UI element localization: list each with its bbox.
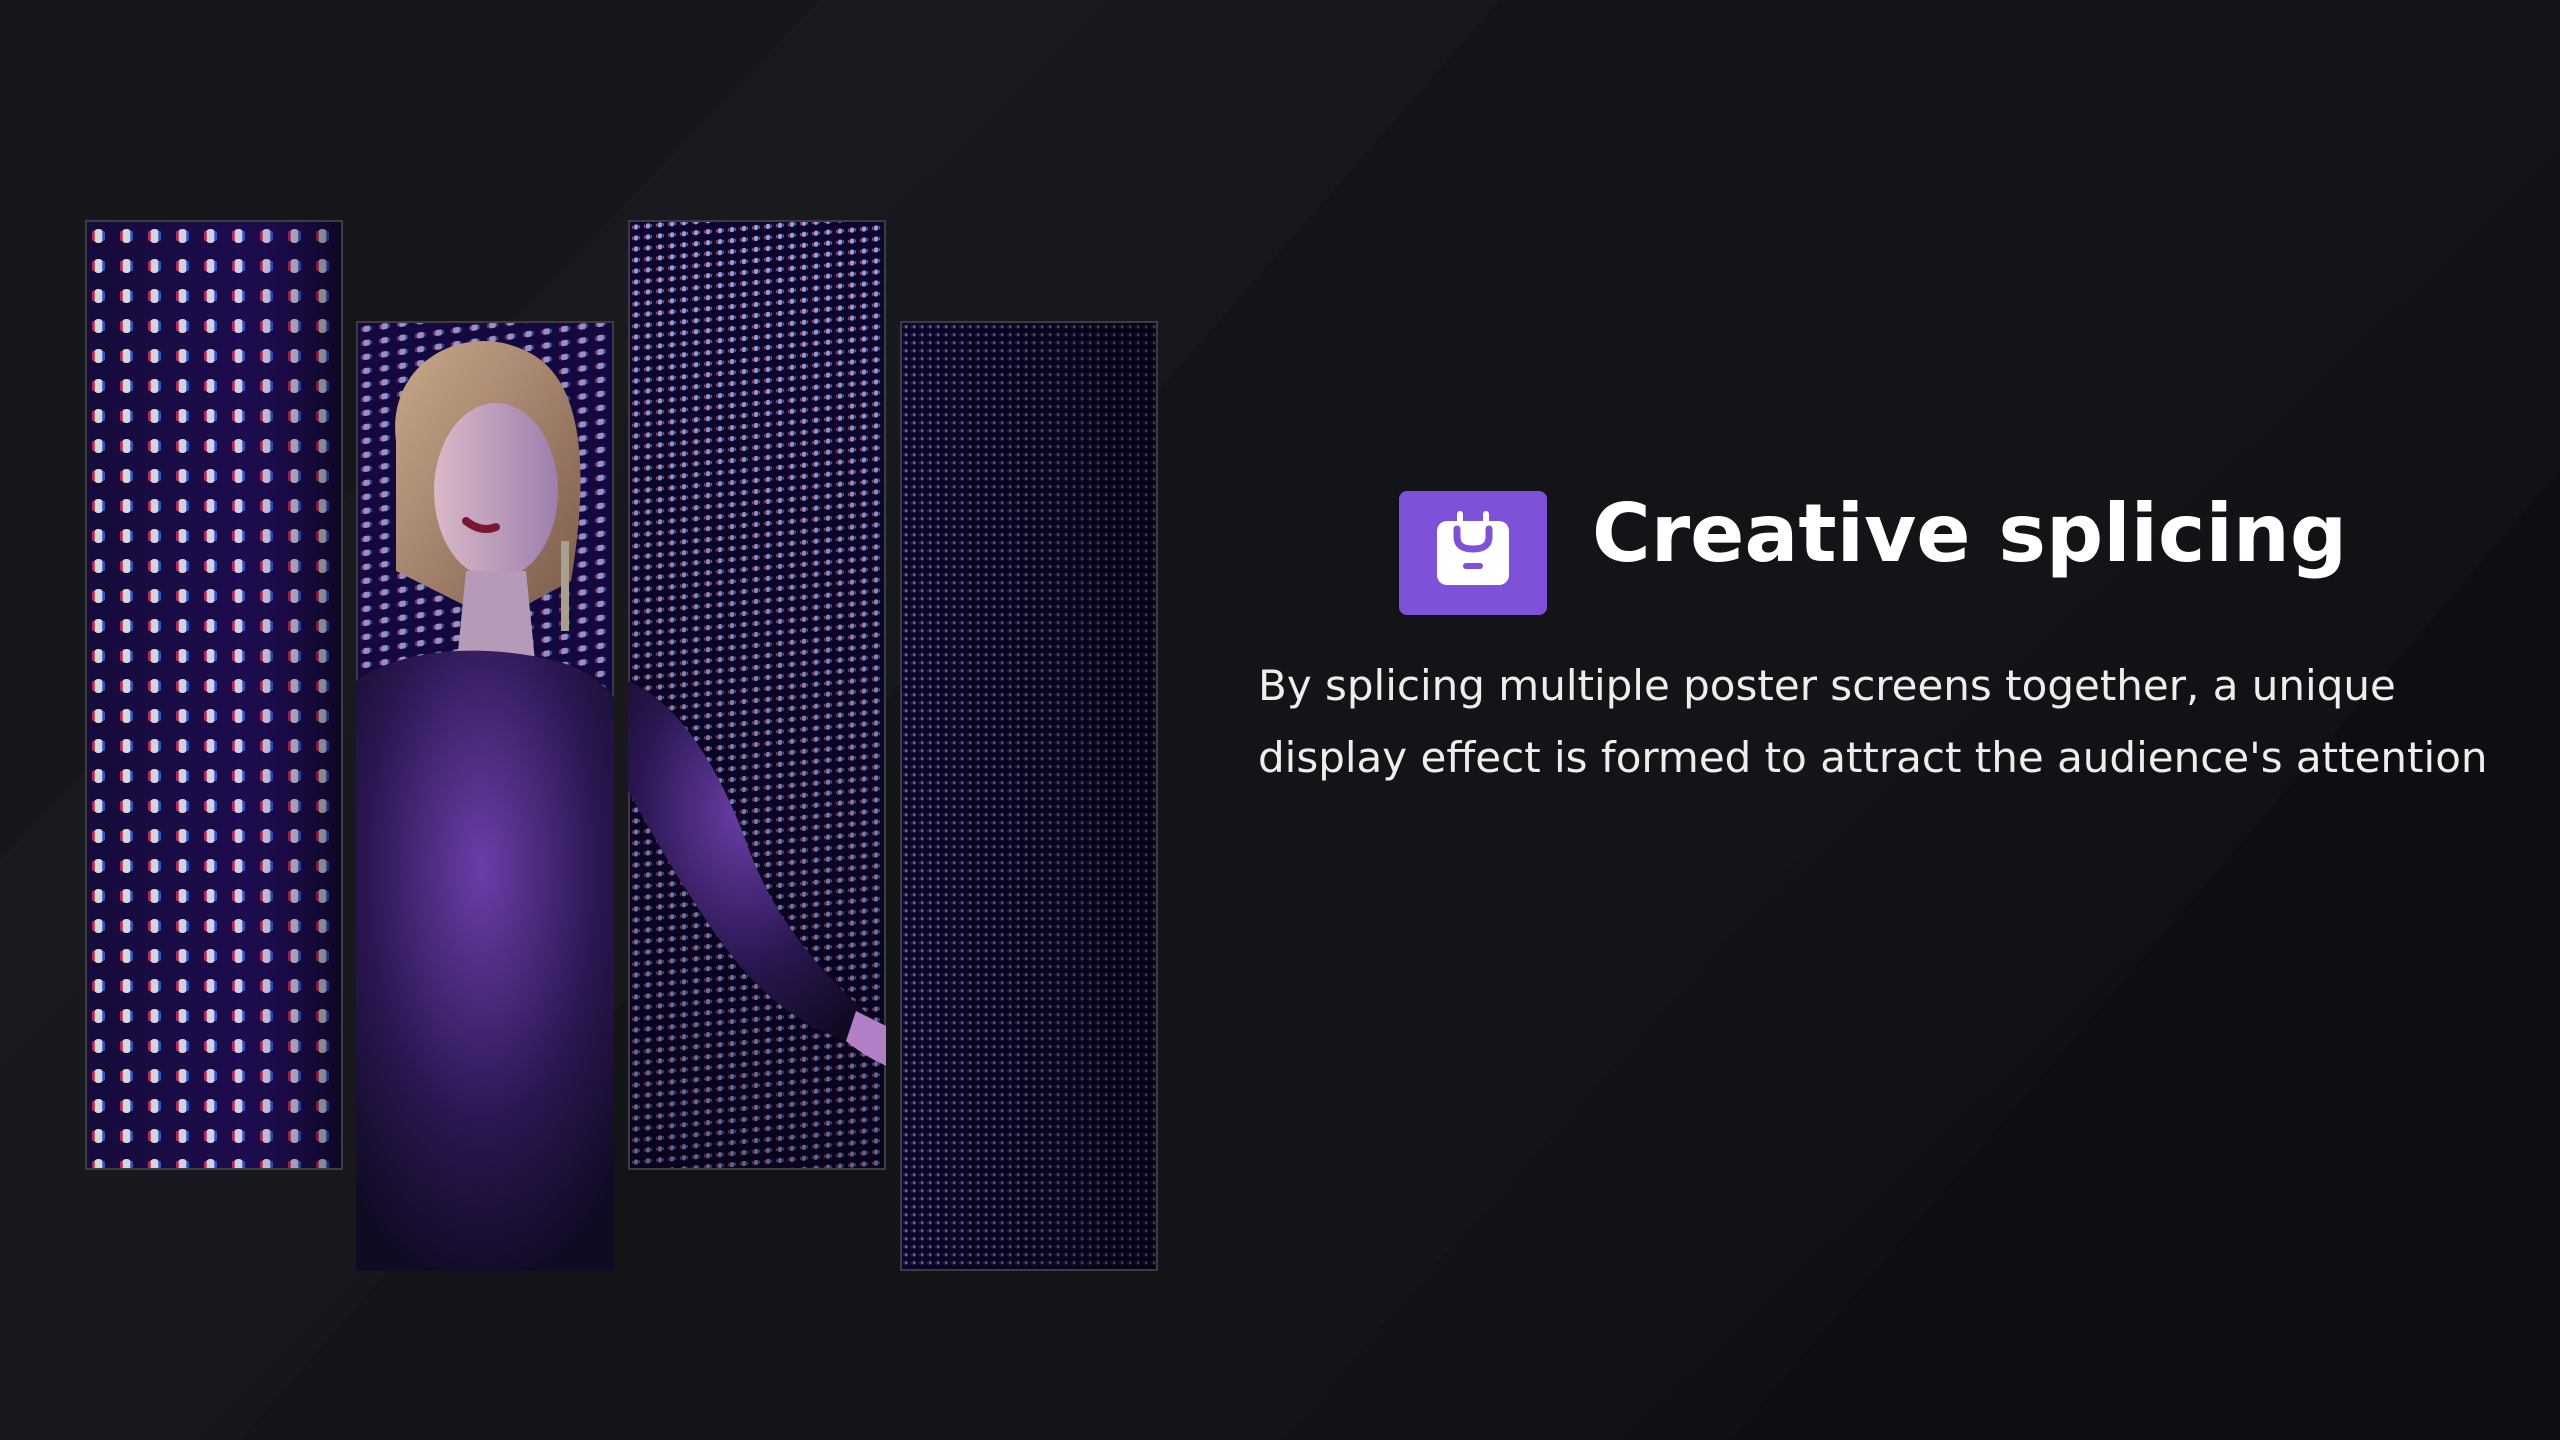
led-wall-panel-3 xyxy=(628,220,886,1170)
feature-title: Creative splicing xyxy=(1592,487,2348,580)
led-wall-panel-1 xyxy=(85,220,343,1170)
slide: Creative splicing By splicing multiple p… xyxy=(0,0,2560,1440)
feature-description: By splicing multiple poster screens toge… xyxy=(1258,661,2488,782)
led-wall-panel-4 xyxy=(900,321,1158,1271)
led-wall-panel-2 xyxy=(356,321,614,1271)
shopping-bag-icon xyxy=(1399,491,1547,615)
